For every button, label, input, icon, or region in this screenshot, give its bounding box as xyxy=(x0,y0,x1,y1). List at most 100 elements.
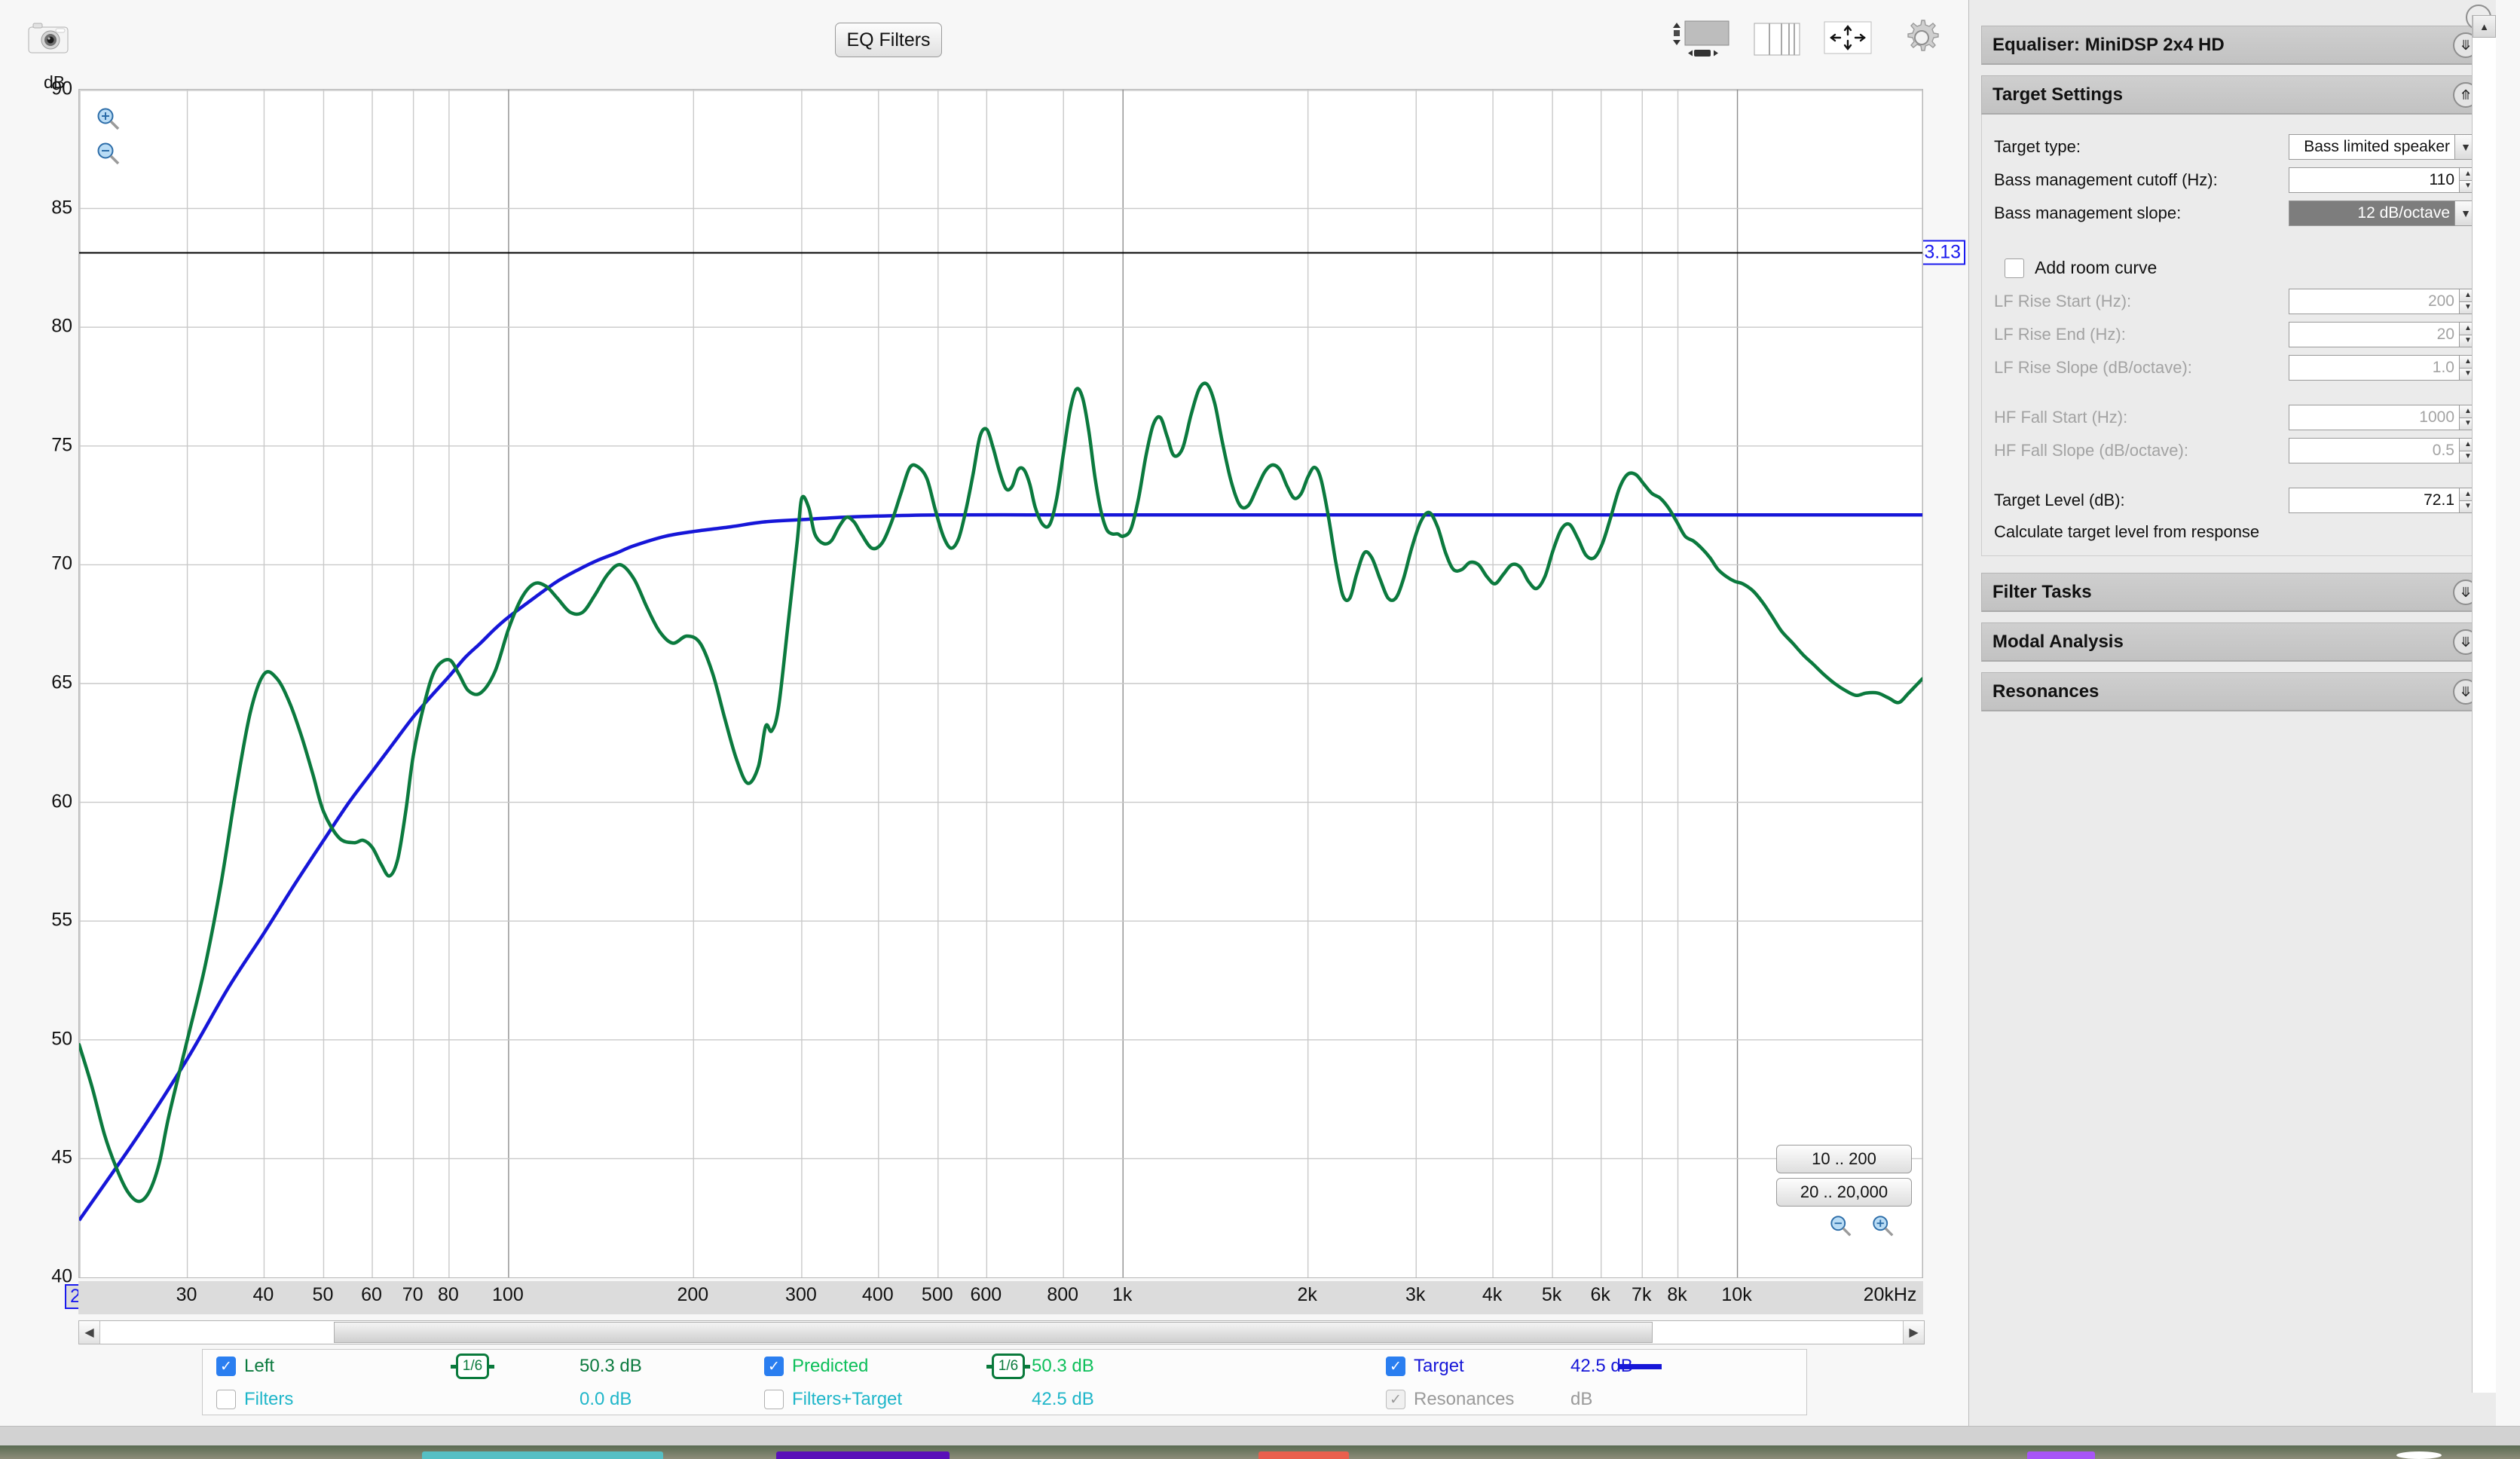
x-axis-tick: 6k xyxy=(1590,1284,1610,1305)
dock-chip xyxy=(1258,1451,1349,1459)
legend-value-left: 50.3 dB xyxy=(580,1350,642,1383)
hf-fall-slope-value: 0.5 xyxy=(2289,438,2459,463)
legend-item-predicted[interactable]: ✓ Predicted xyxy=(764,1350,868,1383)
range-button-10-200[interactable]: 10 .. 200 xyxy=(1776,1145,1912,1173)
legend-item-resonances[interactable]: ✓ Resonances xyxy=(1386,1383,1514,1416)
smoothing-selector-predicted[interactable]: 1/6 xyxy=(986,1350,1030,1383)
legend-label: Predicted xyxy=(792,1356,869,1376)
x-axis-tick: 400 xyxy=(861,1284,894,1305)
target-level-spinner[interactable]: 72.1 ▲ ▼ xyxy=(2289,488,2477,513)
section-title: Filter Tasks xyxy=(1992,581,2092,602)
section-header-resonances[interactable]: Resonances ⤋ xyxy=(1981,672,2490,711)
target-level-value[interactable]: 72.1 xyxy=(2289,488,2459,513)
eq-settings-panel: » Equaliser: MiniDSP 2x4 HD ⤋ Target Set… xyxy=(1968,0,2496,1426)
section-header-filter-tasks[interactable]: Filter Tasks ⤋ xyxy=(1981,573,2490,612)
legend-value-filters-target: 42.5 dB xyxy=(1032,1383,1094,1416)
x-axis-tick: 80 xyxy=(437,1284,459,1305)
calculate-target-level-link[interactable]: Calculate target level from response xyxy=(1994,522,2477,542)
checkbox-filters[interactable] xyxy=(216,1390,236,1409)
legend-item-target[interactable]: ✓ Target xyxy=(1386,1350,1464,1383)
y-axis-tick: 80 xyxy=(51,315,72,337)
x-axis-tick: 200 xyxy=(677,1284,709,1305)
checkbox-target[interactable]: ✓ xyxy=(1386,1357,1405,1376)
scroll-thumb[interactable] xyxy=(334,1322,1653,1343)
checkbox-label: Add room curve xyxy=(2035,258,2158,277)
expand-arrows-icon[interactable] xyxy=(1824,21,1872,54)
checkbox-predicted[interactable]: ✓ xyxy=(764,1357,784,1376)
y-axis-tick: 75 xyxy=(51,434,72,456)
target-type-combo[interactable]: Bass limited speaker ▼ xyxy=(2289,134,2477,160)
field-target-type: Target type: Bass limited speaker ▼ xyxy=(1994,131,2477,163)
legend-label: Filters+Target xyxy=(792,1389,903,1409)
columns-icon[interactable] xyxy=(1753,21,1801,57)
window-bottom-strip xyxy=(0,1426,2520,1445)
legend-label: Filters xyxy=(244,1389,294,1409)
checkbox-filters-target[interactable] xyxy=(764,1390,784,1409)
legend-item-filters-target[interactable]: Filters+Target xyxy=(764,1383,902,1416)
plot-svg xyxy=(79,90,1922,1277)
zoom-out-icon[interactable] xyxy=(1829,1214,1853,1238)
bass-cutoff-value[interactable]: 110 xyxy=(2289,167,2459,193)
target-type-value: Bass limited speaker xyxy=(2289,134,2454,160)
y-axis-tick: 50 xyxy=(51,1028,72,1050)
x-axis-tick: 10k xyxy=(1721,1284,1752,1305)
legend-value-text: 50.3 dB xyxy=(1032,1356,1094,1376)
frequency-response-chart: dB 9085807570656055504540 83.13 20.0 xyxy=(0,72,1968,1316)
y-axis-tick: 55 xyxy=(51,909,72,931)
field-hf-fall-slope: HF Fall Slope (dB/octave): 0.5 ▲ ▼ xyxy=(1994,435,2477,466)
section-header-equaliser[interactable]: Equaliser: MiniDSP 2x4 HD ⤋ xyxy=(1981,26,2490,65)
plot-canvas[interactable]: 10 .. 200 20 .. 20,000 xyxy=(78,89,1923,1278)
scroll-up-icon[interactable]: ▲ xyxy=(2473,15,2496,38)
panel-vertical-scrollbar[interactable]: ▲ xyxy=(2472,15,2496,1393)
dock-chip xyxy=(422,1451,663,1459)
x-axis-tick: 8k xyxy=(1667,1284,1687,1305)
gear-icon[interactable] xyxy=(1902,18,1941,57)
checkbox-left[interactable]: ✓ xyxy=(216,1357,236,1376)
field-label: HF Fall Start (Hz): xyxy=(1994,408,2128,427)
chart-horizontal-scrollbar[interactable]: ◀ ▶ xyxy=(78,1320,1925,1344)
checkbox-resonances[interactable]: ✓ xyxy=(1386,1390,1405,1409)
legend-row: ✓ Left 1/6 50.3 dB ✓ Predicted 1/6 50.3 dB ✓ Targ… xyxy=(203,1350,1806,1383)
field-label: LF Rise End (Hz): xyxy=(1994,325,2126,344)
legend-label: Target xyxy=(1414,1356,1464,1376)
camera-icon[interactable] xyxy=(27,20,69,56)
bass-cutoff-spinner[interactable]: 110 ▲ ▼ xyxy=(2289,167,2477,193)
y-axis-tick: 85 xyxy=(51,197,72,219)
field-lf-rise-end: LF Rise End (Hz): 20 ▲ ▼ xyxy=(1994,319,2477,350)
scroll-right-icon[interactable]: ▶ xyxy=(1903,1321,1924,1344)
section-title: Target Settings xyxy=(1992,84,2123,105)
section-title: Modal Analysis xyxy=(1992,631,2124,652)
legend-row: Filters 0.0 dB Filters+Target 42.5 dB ✓ Reson… xyxy=(203,1383,1806,1416)
zoom-out-icon[interactable] xyxy=(96,141,121,167)
legend-value-filters: 0.0 dB xyxy=(580,1383,632,1416)
field-lf-rise-slope: LF Rise Slope (dB/octave): 1.0 ▲ ▼ xyxy=(1994,352,2477,384)
top-toolbar: EQ Filters xyxy=(0,0,1968,75)
range-button-20-20000[interactable]: 20 .. 20,000 xyxy=(1776,1178,1912,1207)
y-axis-tick: 65 xyxy=(51,671,72,693)
field-label: LF Rise Start (Hz): xyxy=(1994,292,2132,310)
x-axis-tick: 30 xyxy=(176,1284,197,1305)
checkbox-box[interactable] xyxy=(2005,258,2024,278)
section-header-modal-analysis[interactable]: Modal Analysis ⤋ xyxy=(1981,622,2490,662)
section-title: Equaliser: MiniDSP 2x4 HD xyxy=(1992,34,2225,55)
zoom-in-icon[interactable] xyxy=(1871,1214,1895,1238)
scroll-track[interactable] xyxy=(100,1321,1903,1344)
graph-layout-icon[interactable] xyxy=(1671,17,1735,59)
x-axis-tick: 500 xyxy=(921,1284,953,1305)
x-axis-tick: 600 xyxy=(970,1284,1002,1305)
legend-label: Left xyxy=(244,1356,275,1376)
legend-item-filters[interactable]: Filters xyxy=(216,1383,293,1416)
legend-item-left[interactable]: ✓ Left xyxy=(216,1350,274,1383)
section-header-target-settings[interactable]: Target Settings ⤊ xyxy=(1981,75,2490,115)
zoom-in-icon[interactable] xyxy=(96,106,121,132)
field-target-level: Target Level (dB): 72.1 ▲ ▼ xyxy=(1994,485,2477,516)
x-axis-tick: 70 xyxy=(402,1284,424,1305)
eq-filters-button[interactable]: EQ Filters xyxy=(835,23,942,57)
bass-slope-combo[interactable]: 12 dB/octave ▼ xyxy=(2289,200,2477,226)
x-axis-tick: 40 xyxy=(252,1284,274,1305)
smoothing-value: 1/6 xyxy=(986,1353,1030,1379)
scroll-left-icon[interactable]: ◀ xyxy=(79,1321,100,1344)
smoothing-selector-left[interactable]: 1/6 xyxy=(451,1350,494,1383)
add-room-curve-checkbox[interactable]: Add room curve xyxy=(2005,258,2477,278)
smoothing-value: 1/6 xyxy=(451,1353,494,1379)
